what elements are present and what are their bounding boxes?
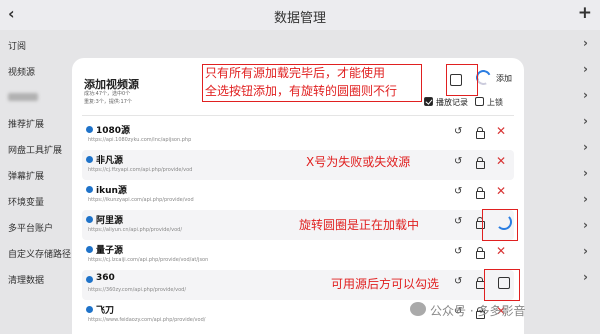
annotation-text: 全选按钮添加，有旋转的圆圈则不行 [205,84,398,98]
source-name: 1080源 [96,126,131,136]
remove-icon[interactable]: ✕ [496,124,506,138]
history-icon[interactable]: ↺ [454,216,462,227]
lock-checkbox[interactable] [475,97,484,106]
annotation-text: 旋转圆圈是正在加载中 [299,218,420,232]
annotation-text: 可用源后方可以勾选 [331,277,440,291]
lock-icon[interactable] [476,157,485,169]
annotation-text: 只有所有源加载完毕后，才能使用 [205,66,386,80]
source-dot-icon [86,126,93,133]
history-icon[interactable]: ↺ [454,186,462,197]
watermark-text: 公众号 · 多多影音 [430,304,526,318]
divider [82,115,514,116]
source-row[interactable]: 360 https://360zy.com/api.php/provide/vo… [82,270,514,300]
source-url: https://ikunzyapi.com/api.php/provide/vo… [88,197,194,203]
annotation-text: X号为失败或失效源 [306,155,411,169]
play-record-label: 播放记录 [436,98,468,107]
history-icon[interactable]: ↺ [454,276,462,287]
source-dot-icon [86,186,93,193]
source-dot-icon [86,276,93,283]
page-title: 数据管理 [273,11,326,26]
source-row[interactable]: 阿里源 https://aliyun.cn/api.php/provide/vo… [82,210,514,240]
lock-icon[interactable] [476,247,485,259]
source-name: 量子源 [96,246,124,256]
source-name: ikun源 [96,186,127,196]
source-dot-icon [86,156,93,163]
source-dot-icon [86,246,93,253]
top-bar: ‹ 数据管理 + [0,0,600,30]
history-icon[interactable]: ↺ [454,246,462,257]
source-name: 阿里源 [96,216,124,226]
add-button[interactable]: 添加 [496,73,512,84]
dialog-stats-2: 重复:3个，提供:17个 [84,99,132,105]
source-row[interactable]: ikun源 https://ikunzyapi.com/api.php/prov… [82,180,514,210]
annotation-box [484,269,520,301]
source-url: https://360zy.com/api.php/provide/vod/ [88,287,187,293]
source-dot-icon [86,216,93,223]
source-name: 飞刀 [96,306,115,316]
history-icon[interactable]: ↺ [454,126,462,137]
source-row[interactable]: 量子源 https://cj.lzcaiji.com/api.php/provi… [82,240,514,270]
source-url: https://cj.lzcaiji.com/api.php/provide/v… [88,257,209,263]
source-url: https://aliyun.cn/api.php/provide/vod/ [88,227,183,233]
lock-label: 上锁 [487,98,503,107]
source-row[interactable]: 非凡源 https://cj.ffzyapi.com/api.php/provi… [82,150,514,180]
source-url: https://api.1080zyku.com/inc/apijson.php [88,137,192,143]
dialog-stats-1: 成功:47个，选中0个 [84,91,131,97]
plus-icon[interactable]: + [578,3,592,23]
source-name: 360 [96,273,115,283]
source-name: 非凡源 [96,156,124,166]
play-record-checkbox[interactable] [424,97,433,106]
wechat-logo-icon [410,302,426,316]
source-row[interactable]: 1080源 https://api.1080zyku.com/inc/apijs… [82,120,514,150]
source-url: https://www.feidaozy.com/api.php/provide… [88,317,206,323]
annotation-box [482,209,518,241]
source-url: https://cj.ffzyapi.com/api.php/provide/v… [88,167,193,173]
annotation-box [446,64,478,96]
lock-icon[interactable] [476,187,485,199]
remove-icon[interactable]: ✕ [496,244,506,258]
remove-icon[interactable]: ✕ [496,154,506,168]
lock-icon[interactable] [476,127,485,139]
history-icon[interactable]: ↺ [454,156,462,167]
remove-icon[interactable]: ✕ [496,184,506,198]
source-dot-icon [86,306,93,313]
